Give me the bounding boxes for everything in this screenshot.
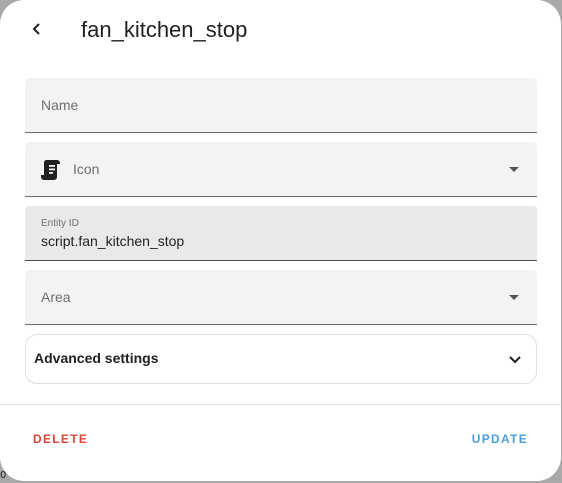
entity-id-value[interactable]: script.fan_kitchen_stop (41, 233, 184, 249)
name-field[interactable]: Name (25, 78, 537, 133)
area-picker-field[interactable]: Area (25, 270, 537, 325)
chevron-left-icon (32, 23, 40, 35)
area-field-label: Area (41, 289, 71, 305)
footer-divider (0, 404, 561, 405)
update-button[interactable]: UPDATE (472, 432, 528, 446)
dialog-title: fan_kitchen_stop (81, 17, 248, 42)
dialog-header: fan_kitchen_stop (0, 0, 561, 60)
delete-button[interactable]: DELETE (33, 432, 88, 446)
dropdown-arrow-icon[interactable] (509, 167, 519, 172)
corner-text: 0 (0, 470, 7, 481)
name-field-label: Name (41, 97, 79, 113)
entity-id-field[interactable]: Entity ID script.fan_kitchen_stop (25, 206, 537, 261)
back-button[interactable] (22, 14, 52, 44)
icon-field-label: Icon (73, 161, 100, 177)
advanced-settings-label: Advanced settings (34, 350, 159, 366)
entity-settings-dialog: fan_kitchen_stop Name Icon Entity ID scr… (0, 0, 561, 481)
dropdown-arrow-icon[interactable] (509, 295, 519, 300)
script-text-icon (41, 160, 60, 180)
icon-picker-field[interactable]: Icon (25, 142, 537, 197)
entity-id-label: Entity ID (41, 218, 79, 229)
chevron-down-icon[interactable] (506, 350, 524, 368)
advanced-settings-expander[interactable]: Advanced settings (25, 334, 537, 384)
